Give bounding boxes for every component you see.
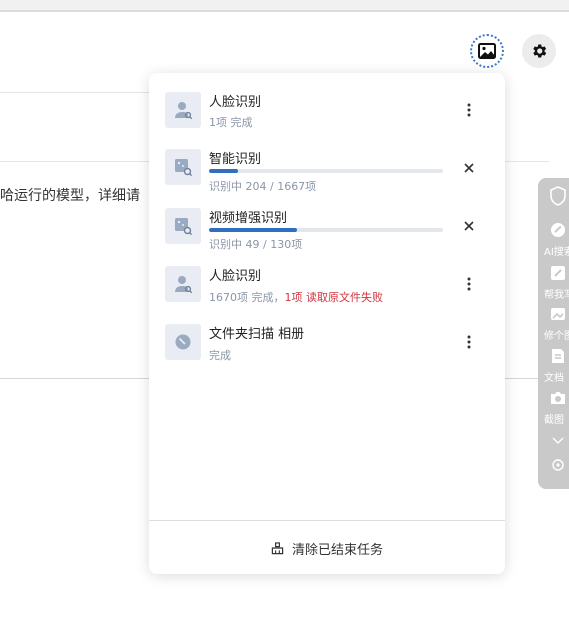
photo-tasks-button[interactable] bbox=[470, 34, 504, 68]
divider bbox=[0, 92, 149, 93]
task-title: 视频增强识别 bbox=[209, 211, 288, 226]
side-toolbar: AI搜索 帮我写 修个图 文档 截图 bbox=[538, 178, 569, 489]
side-toolbar-label: 帮我写 bbox=[544, 290, 569, 301]
task-title: 文件夹扫描 相册 bbox=[209, 327, 305, 342]
task-panel: 人脸识别 1项 完成 智能识别 识别中 204 / 1667项 视频增强识别 识… bbox=[149, 73, 505, 574]
clear-finished-label: 清除已结束任务 bbox=[291, 542, 383, 558]
side-toolbar-item[interactable]: 截图 bbox=[538, 389, 569, 426]
image-icon bbox=[478, 43, 496, 59]
cancel-task-button[interactable] bbox=[457, 214, 481, 238]
side-toolbar-label: 文档 bbox=[544, 373, 564, 384]
image-edit-icon bbox=[551, 308, 565, 320]
smart-recognition-thumbnail-icon bbox=[165, 149, 201, 185]
task-error-text: 1项 读取原文件失败 bbox=[284, 291, 384, 304]
task-title: 人脸识别 bbox=[209, 269, 262, 284]
panel-divider bbox=[149, 520, 505, 521]
face-thumbnail-icon bbox=[165, 266, 201, 302]
side-toolbar-item[interactable]: AI搜索 bbox=[538, 221, 569, 258]
document-icon bbox=[552, 349, 564, 363]
chevron-down-icon[interactable] bbox=[538, 430, 569, 449]
smart-recognition-thumbnail-icon bbox=[165, 208, 201, 244]
shield-icon[interactable] bbox=[538, 186, 569, 210]
task-title: 人脸识别 bbox=[209, 95, 262, 110]
side-toolbar-item[interactable]: 修个图 bbox=[538, 305, 569, 342]
pencil-icon bbox=[551, 266, 565, 280]
task-status: 完成 bbox=[209, 349, 231, 362]
more-vertical-icon bbox=[467, 103, 471, 117]
side-toolbar-label: 修个图 bbox=[544, 331, 569, 342]
task-status: 1670项 完成，1项 读取原文件失败 bbox=[209, 291, 384, 304]
face-thumbnail-icon bbox=[165, 92, 201, 128]
task-title: 智能识别 bbox=[209, 152, 262, 167]
folder-scan-thumbnail-icon bbox=[165, 324, 201, 360]
side-toolbar-label: 截图 bbox=[544, 415, 564, 426]
ai-search-icon bbox=[551, 223, 565, 237]
close-icon bbox=[464, 221, 474, 231]
more-options-button[interactable] bbox=[457, 98, 481, 122]
side-toolbar-item[interactable]: 文档 bbox=[538, 347, 569, 384]
window-top-edge bbox=[0, 0, 569, 12]
close-icon bbox=[464, 163, 474, 173]
more-vertical-icon bbox=[467, 335, 471, 349]
background-description-text: 哈运行的模型，详细请 bbox=[0, 188, 140, 204]
gear-icon bbox=[533, 44, 547, 58]
broom-icon bbox=[271, 541, 284, 554]
settings-button[interactable] bbox=[522, 34, 556, 68]
more-options-button[interactable] bbox=[457, 272, 481, 296]
camera-icon bbox=[551, 392, 565, 404]
clear-finished-tasks-button[interactable]: 清除已结束任务 bbox=[149, 533, 505, 563]
side-toolbar-label: AI搜索 bbox=[544, 247, 569, 258]
cancel-task-button[interactable] bbox=[457, 156, 481, 180]
more-options-button[interactable] bbox=[457, 330, 481, 354]
task-progress-bar bbox=[209, 228, 443, 232]
task-status: 识别中 204 / 1667项 bbox=[209, 180, 317, 193]
settings-ring-icon[interactable] bbox=[538, 457, 569, 476]
more-vertical-icon bbox=[467, 277, 471, 291]
side-toolbar-item[interactable]: 帮我写 bbox=[538, 264, 569, 301]
task-status: 识别中 49 / 130项 bbox=[209, 238, 303, 251]
task-status: 1项 完成 bbox=[209, 116, 253, 129]
task-progress-bar bbox=[209, 169, 443, 173]
